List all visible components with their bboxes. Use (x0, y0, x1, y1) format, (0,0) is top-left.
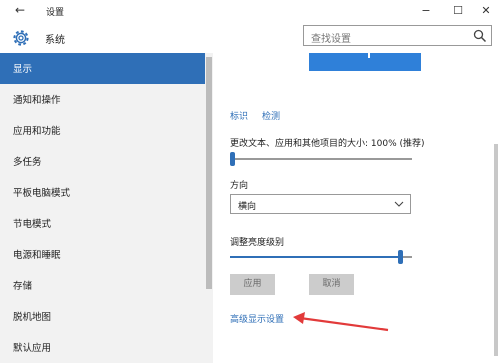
brightness-slider-fill (230, 256, 400, 258)
sidebar-item-tablet-mode[interactable]: 平板电脑模式 (0, 177, 205, 208)
orientation-select[interactable]: 横向 (230, 194, 411, 214)
scale-slider-track[interactable] (230, 158, 412, 160)
advanced-display-settings-link[interactable]: 高级显示设置 (230, 312, 284, 325)
minimize-button[interactable]: − (414, 2, 438, 20)
sidebar: 显示 通知和操作 应用和功能 多任务 平板电脑模式 节电模式 电源和睡眠 存储 … (0, 53, 213, 363)
title-bar: ← 设置 − ☐ ✕ (0, 0, 499, 22)
detect-link[interactable]: 检测 (262, 109, 280, 122)
sidebar-item-label: 存储 (13, 281, 33, 292)
brightness-label: 调整亮度级别 (230, 238, 285, 248)
monitor-preview-marker (368, 53, 370, 58)
sidebar-item-multitasking[interactable]: 多任务 (0, 146, 205, 177)
search-input[interactable]: 查找设置 (303, 25, 492, 46)
sidebar-item-label: 通知和操作 (13, 95, 61, 106)
orientation-value: 横向 (238, 202, 257, 212)
sidebar-item-notifications[interactable]: 通知和操作 (0, 84, 205, 115)
sidebar-item-label: 应用和功能 (13, 126, 61, 137)
sidebar-item-apps-features[interactable]: 应用和功能 (0, 115, 205, 146)
scale-slider-thumb[interactable] (230, 152, 235, 166)
chevron-down-icon (394, 197, 404, 214)
apply-button[interactable]: 应用 (230, 274, 275, 295)
sidebar-item-power-sleep[interactable]: 电源和睡眠 (0, 239, 205, 270)
sidebar-item-label: 节电模式 (13, 219, 52, 230)
page-header: 系统 查找设置 (0, 22, 499, 53)
sidebar-item-label: 脱机地图 (13, 312, 52, 323)
search-placeholder: 查找设置 (311, 34, 351, 45)
section-title: 系统 (45, 35, 65, 46)
sidebar-item-display[interactable]: 显示 (0, 53, 205, 84)
scale-label: 更改文本、应用和其他项目的大小: 100% (推荐) (230, 139, 425, 149)
brightness-slider-thumb[interactable] (398, 250, 403, 264)
window-title: 设置 (46, 8, 65, 18)
sidebar-item-label: 默认应用 (13, 343, 52, 354)
cancel-button[interactable]: 取消 (309, 274, 354, 295)
sidebar-item-label: 电源和睡眠 (13, 250, 61, 261)
sidebar-scrollbar-thumb[interactable] (206, 57, 212, 289)
monitor-preview[interactable] (309, 53, 421, 71)
content-scrollbar-thumb[interactable] (494, 144, 498, 356)
sidebar-item-offline-maps[interactable]: 脱机地图 (0, 301, 205, 332)
maximize-button[interactable]: ☐ (446, 2, 470, 20)
gear-icon (13, 30, 29, 46)
close-button[interactable]: ✕ (474, 2, 498, 20)
sidebar-item-storage[interactable]: 存储 (0, 270, 205, 301)
sidebar-item-label: 多任务 (13, 157, 42, 168)
sidebar-item-label: 平板电脑模式 (13, 188, 71, 199)
display-settings-panel: 标识 检测 更改文本、应用和其他项目的大小: 100% (推荐) 方向 横向 调… (213, 53, 499, 363)
sidebar-item-default-apps[interactable]: 默认应用 (0, 332, 205, 363)
sidebar-item-battery-saver[interactable]: 节电模式 (0, 208, 205, 239)
back-button[interactable]: ← (15, 3, 25, 17)
identify-link[interactable]: 标识 (230, 109, 248, 122)
sidebar-item-label: 显示 (13, 64, 33, 75)
search-icon[interactable] (473, 29, 487, 43)
orientation-label: 方向 (230, 181, 249, 191)
